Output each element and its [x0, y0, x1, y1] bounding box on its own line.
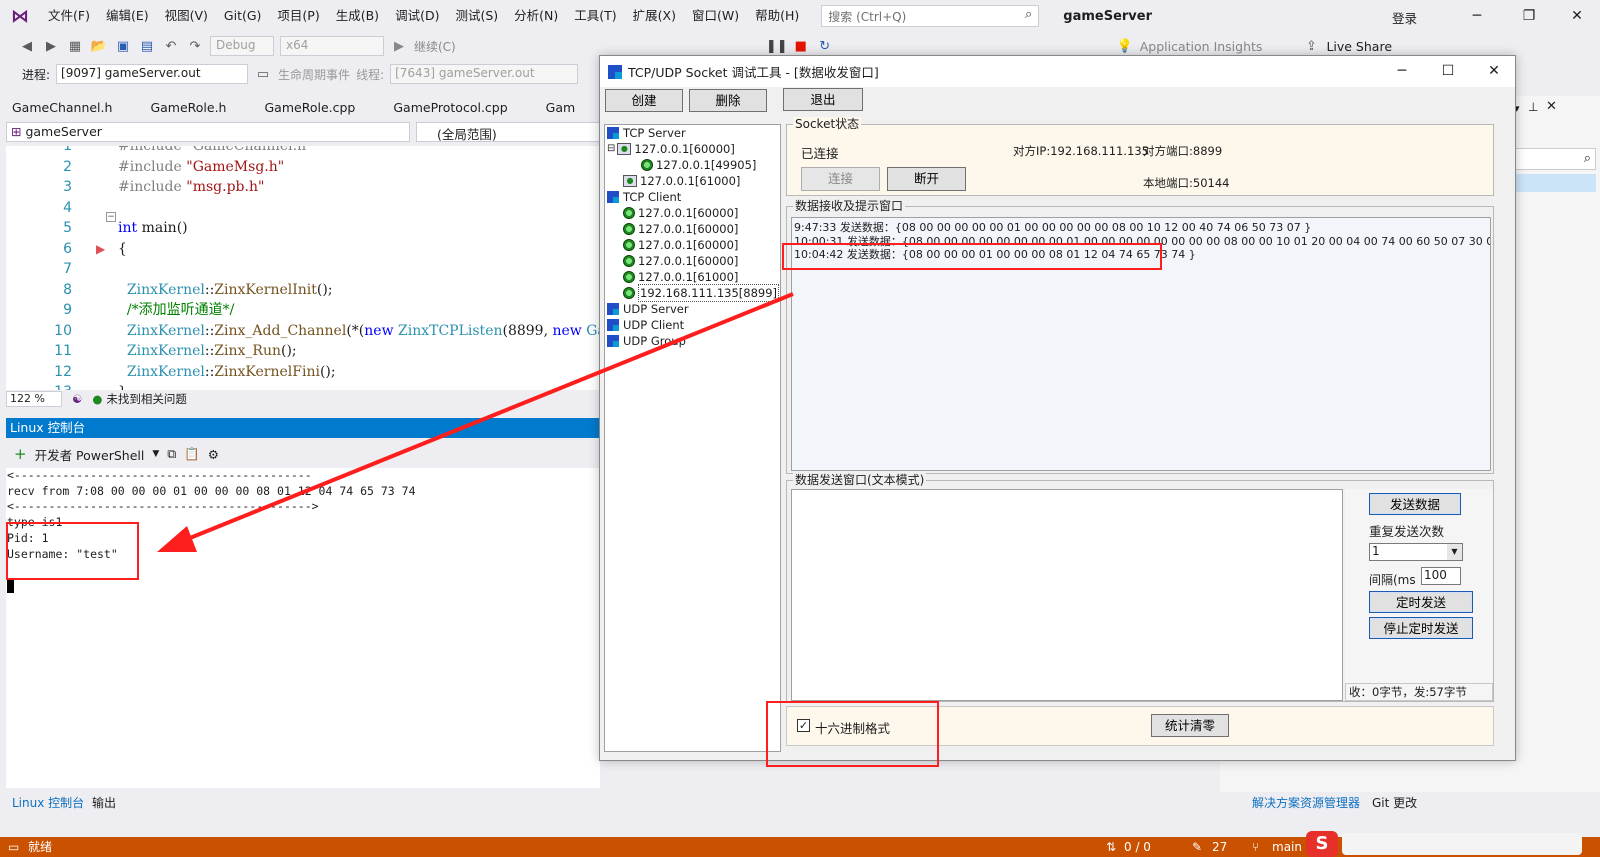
- arrow-head: [157, 526, 197, 552]
- arrow-line: [184, 292, 794, 542]
- annotation-arrow: [157, 292, 794, 552]
